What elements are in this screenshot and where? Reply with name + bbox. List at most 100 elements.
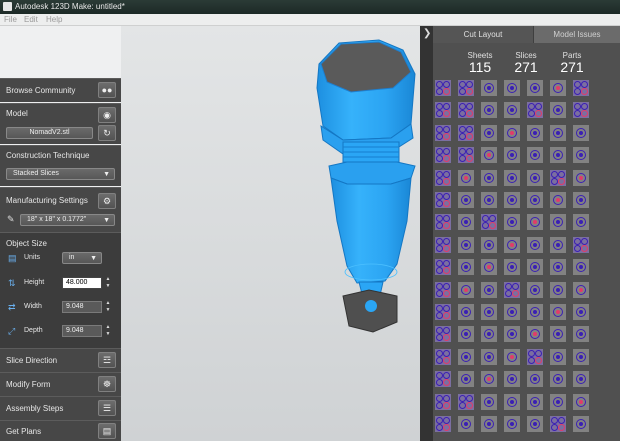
get-plans-button[interactable]: ▤ [98,423,116,439]
sheet-thumbnail[interactable] [458,348,474,365]
sheet-thumbnail[interactable] [481,326,497,343]
sheet-thumbnail[interactable] [435,371,451,388]
sheet-thumbnail[interactable] [435,80,451,96]
sheet-thumbnail[interactable] [504,304,520,320]
depth-input[interactable]: 9.048 [62,325,102,337]
sheet-thumbnail[interactable] [435,326,451,343]
sheet-thumbnail[interactable] [527,281,543,298]
collapse-arrow-icon[interactable]: ❯ [423,28,431,39]
sheet-thumbnail[interactable] [504,147,520,164]
sheet-thumbnail[interactable] [458,192,474,208]
sheet-thumbnail[interactable] [481,259,497,276]
sheet-thumbnail[interactable] [435,304,451,320]
sheet-thumbnail[interactable] [504,371,520,388]
sheet-thumbnail[interactable] [550,393,566,410]
3d-model-canvas[interactable] [121,26,420,441]
sheet-thumbnail[interactable] [527,169,543,186]
sheet-thumbnail[interactable] [573,214,589,231]
modify-form-button[interactable]: ☸ [98,376,116,392]
sheet-thumbnail[interactable] [573,147,589,164]
sheet-thumbnail[interactable] [481,371,497,388]
sheet-thumbnail[interactable] [573,192,589,208]
sheet-thumbnail[interactable] [435,416,451,432]
sheet-thumbnail[interactable] [504,326,520,343]
sheet-thumbnail[interactable] [458,236,474,253]
material-dropdown[interactable]: 18" x 18" x 0.1772" ▼ [20,214,115,226]
height-input[interactable]: 48.000 [62,277,102,289]
sheet-thumbnail[interactable] [481,102,497,119]
sheet-thumbnail[interactable] [504,416,520,432]
sheet-thumbnail[interactable] [573,259,589,276]
width-input[interactable]: 9.048 [62,301,102,313]
sheet-thumbnail[interactable] [458,416,474,432]
assembly-steps-section[interactable]: Assembly Steps ☰ [0,396,121,420]
sheet-thumbnail[interactable] [573,326,589,343]
sheet-thumbnail[interactable] [573,236,589,253]
manufacturing-settings-button[interactable]: ⚙ [98,193,116,209]
sheet-thumbnail[interactable] [573,169,589,186]
sheet-thumbnail[interactable] [550,192,566,208]
sheet-thumbnail[interactable] [504,393,520,410]
sheet-thumbnail[interactable] [527,304,543,320]
sheet-thumbnail[interactable] [435,147,451,164]
view-model-button[interactable]: ◉ [98,107,116,123]
sheet-thumbnail[interactable] [458,281,474,298]
sheet-thumbnail[interactable] [550,326,566,343]
sheet-thumbnail[interactable] [550,236,566,253]
sheet-thumbnail[interactable] [527,80,543,96]
sheet-thumbnail[interactable] [527,214,543,231]
sheet-thumbnail[interactable] [481,236,497,253]
sheet-thumbnail[interactable] [550,281,566,298]
sheet-thumbnail[interactable] [573,371,589,388]
slice-direction-button[interactable]: ☲ [98,352,116,368]
sheet-thumbnail[interactable] [435,102,451,119]
tab-cut-layout[interactable]: Cut Layout [433,26,534,43]
sheet-thumbnail[interactable] [527,147,543,164]
sheet-thumbnail[interactable] [435,124,451,141]
sheet-thumbnail[interactable] [481,348,497,365]
sheet-thumbnail[interactable] [504,348,520,365]
model-file-field[interactable]: NomadV2.stl [6,127,93,139]
sheet-thumbnail[interactable] [504,281,520,298]
sheet-thumbnail[interactable] [550,124,566,141]
sheet-thumbnail[interactable] [435,281,451,298]
sheet-thumbnail[interactable] [504,259,520,276]
sheet-thumbnail[interactable] [527,371,543,388]
sheet-thumbnail[interactable] [504,102,520,119]
height-stepper[interactable]: ▲ ▼ [104,276,112,290]
community-button[interactable]: ●● [98,82,116,98]
sheet-thumbnail[interactable] [481,80,497,96]
depth-stepper[interactable]: ▲ ▼ [104,324,112,338]
sheet-thumbnail[interactable] [573,124,589,141]
sheet-thumbnail[interactable] [435,348,451,365]
sheet-thumbnail[interactable] [504,192,520,208]
sheet-thumbnail[interactable] [458,304,474,320]
sheet-thumbnail[interactable] [550,416,566,432]
slice-direction-section[interactable]: Slice Direction ☲ [0,348,121,372]
sheet-thumbnail[interactable] [481,281,497,298]
sheet-thumbnail[interactable] [527,102,543,119]
sheet-thumbnail[interactable] [504,80,520,96]
sheet-thumbnail[interactable] [504,236,520,253]
sheet-thumbnail[interactable] [458,326,474,343]
sheet-thumbnail[interactable] [481,147,497,164]
sheet-thumbnail[interactable] [573,304,589,320]
sheet-thumbnail[interactable] [435,236,451,253]
sheet-thumbnail[interactable] [458,147,474,164]
sheet-thumbnail[interactable] [573,416,589,432]
sheet-thumbnail[interactable] [527,326,543,343]
sheet-thumbnail[interactable] [550,102,566,119]
sheet-thumbnail[interactable] [504,124,520,141]
sheet-thumbnail[interactable] [458,169,474,186]
sheet-thumbnail[interactable] [481,214,497,231]
sheet-thumbnail[interactable] [573,393,589,410]
width-stepper[interactable]: ▲ ▼ [104,300,112,314]
sheet-thumbnail[interactable] [435,214,451,231]
sheet-thumbnail[interactable] [550,371,566,388]
sheet-thumbnail[interactable] [481,304,497,320]
tab-model-issues[interactable]: Model Issues [534,26,620,43]
sheet-thumbnail[interactable] [458,259,474,276]
sheet-thumbnail[interactable] [504,214,520,231]
sheet-thumbnail[interactable] [550,259,566,276]
sheet-thumbnail[interactable] [573,102,589,119]
